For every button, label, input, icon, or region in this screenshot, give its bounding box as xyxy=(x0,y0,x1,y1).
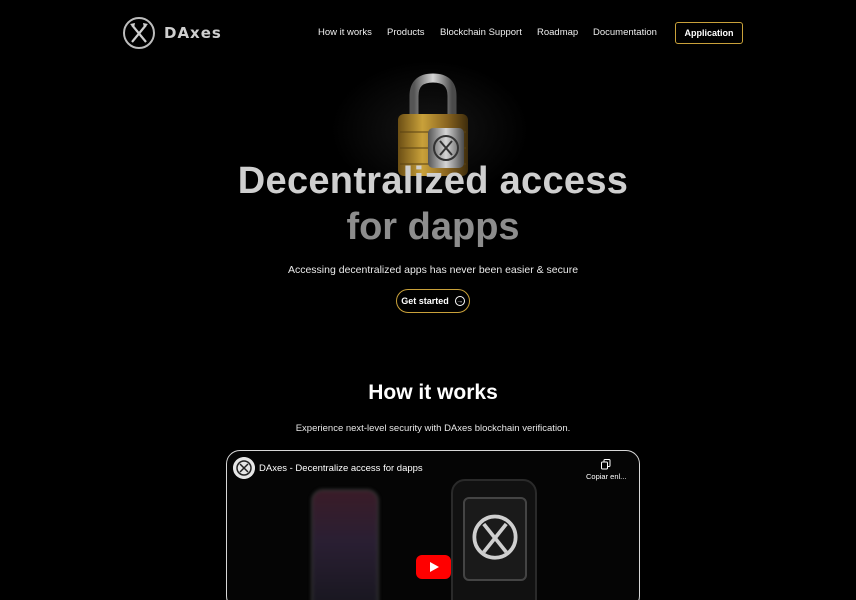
how-it-works-subtitle: Experience next-level security with DAxe… xyxy=(295,423,571,434)
application-button[interactable]: Application xyxy=(675,22,743,44)
hero-title-line1: Decentralized access xyxy=(237,160,629,202)
hero-subtitle: Accessing decentralized apps has never b… xyxy=(287,264,579,276)
get-started-button[interactable]: Get started → xyxy=(396,289,470,313)
nav-documentation[interactable]: Documentation xyxy=(593,27,657,38)
play-triangle-icon xyxy=(430,562,439,572)
top-nav: DAxes How it works Products Blockchain S… xyxy=(0,0,856,66)
brand-logo[interactable]: DAxes xyxy=(122,16,222,50)
copy-link-icon[interactable] xyxy=(601,459,611,470)
video-phone-left xyxy=(311,489,379,600)
video-title[interactable]: DAxes - Decentralize access for dapps xyxy=(259,463,423,474)
channel-avatar[interactable] xyxy=(233,457,255,479)
youtube-play-icon[interactable] xyxy=(416,555,451,579)
nav-roadmap[interactable]: Roadmap xyxy=(537,27,578,38)
daxes-logo-icon xyxy=(463,497,527,581)
video-embed[interactable]: DAxes - Decentralize access for dapps Co… xyxy=(226,450,640,600)
nav-products[interactable]: Products xyxy=(387,27,425,38)
video-phone-right xyxy=(451,479,537,600)
nav-how-it-works[interactable]: How it works xyxy=(318,27,372,38)
hero-title-line2: for dapps xyxy=(346,206,520,248)
get-started-label: Get started xyxy=(401,296,449,306)
how-it-works-title: How it works xyxy=(368,381,498,404)
arrow-right-circle-icon: → xyxy=(454,296,465,306)
copy-link-label[interactable]: Copiar enl... xyxy=(586,472,626,481)
brand-name: DAxes xyxy=(164,24,222,42)
crossed-axes-icon xyxy=(123,17,155,49)
nav-blockchain-support[interactable]: Blockchain Support xyxy=(440,27,522,38)
